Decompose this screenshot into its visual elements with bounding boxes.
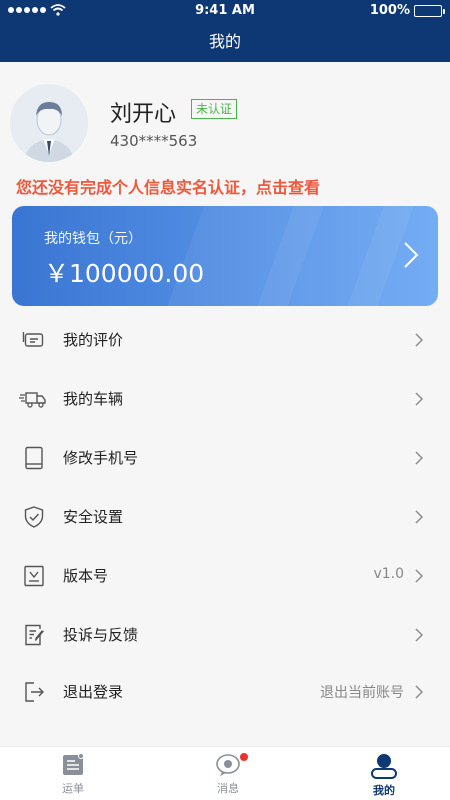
logout-hint: 退出当前账号: [320, 685, 404, 701]
menu-item-reviews[interactable]: 我的评价: [0, 312, 450, 371]
settings-menu: 我的评价 我的车辆 修改手机号 安全设置 版本号 v1.0 投诉与反馈 退出登录…: [0, 312, 450, 723]
chevron-right-icon: [415, 510, 423, 524]
download-icon: [24, 565, 44, 587]
bottom-tab-bar: 运单 消息 我的: [0, 746, 450, 800]
feedback-icon: [25, 624, 45, 646]
menu-item-label: 我的评价: [63, 331, 124, 349]
logout-icon: [25, 682, 44, 702]
battery-icon: [414, 4, 445, 17]
chevron-right-icon: [415, 392, 423, 406]
comment-icon: [22, 332, 44, 347]
menu-item-security[interactable]: 安全设置: [0, 489, 450, 548]
tab-label: 运单: [62, 782, 84, 795]
wallet-label: 我的钱包（元）: [44, 231, 142, 247]
shield-icon: [24, 506, 44, 528]
tab-label: 我的: [373, 784, 395, 797]
nav-bar: 我的: [0, 22, 450, 62]
menu-item-feedback[interactable]: 投诉与反馈: [0, 607, 450, 664]
menu-item-label: 投诉与反馈: [63, 626, 139, 644]
chevron-right-icon: [415, 628, 423, 642]
waybill-icon: [63, 753, 84, 775]
user-phone: 430****563: [110, 132, 198, 150]
menu-item-version[interactable]: 版本号 v1.0: [0, 548, 450, 607]
tab-waybill[interactable]: 运单: [43, 753, 103, 796]
verification-warning-link[interactable]: 您还没有完成个人信息实名认证，点击查看: [16, 174, 320, 198]
menu-item-change-phone[interactable]: 修改手机号: [0, 430, 450, 489]
profile-section[interactable]: 刘开心 未认证 430****563 您还没有完成个人信息实名认证，点击查看: [0, 62, 450, 212]
menu-item-label: 修改手机号: [63, 449, 139, 467]
user-name: 刘开心: [110, 102, 177, 127]
tab-messages[interactable]: 消息: [198, 753, 258, 796]
chevron-right-icon: [415, 685, 423, 699]
version-value: v1.0: [373, 566, 404, 582]
battery-area: 100%: [369, 3, 445, 18]
menu-item-logout[interactable]: 退出登录 退出当前账号: [0, 664, 450, 723]
user-icon: [371, 754, 397, 779]
chevron-right-icon: [415, 569, 423, 583]
user-avatar-icon: [10, 84, 88, 162]
message-icon: [216, 754, 240, 776]
battery-percent: 100%: [369, 3, 410, 18]
phone-icon: [25, 446, 43, 470]
wallet-card[interactable]: 我的钱包（元） ￥100000.00: [12, 206, 438, 306]
menu-item-vehicles[interactable]: 我的车辆: [0, 371, 450, 430]
wallet-amount: ￥100000.00: [44, 259, 205, 288]
verification-badge: 未认证: [191, 99, 238, 119]
truck-icon: [19, 392, 46, 408]
chevron-right-icon: [404, 242, 419, 268]
tab-mine[interactable]: 我的: [354, 753, 414, 798]
menu-item-label: 版本号: [63, 567, 109, 585]
chevron-right-icon: [415, 333, 423, 347]
menu-item-label: 我的车辆: [63, 390, 124, 408]
page-title: 我的: [208, 32, 241, 51]
avatar[interactable]: [10, 84, 88, 162]
menu-item-label: 退出登录: [63, 683, 124, 701]
chevron-right-icon: [415, 451, 423, 465]
status-bar: 9:41 AM 100%: [0, 0, 450, 22]
unread-dot: [240, 753, 248, 761]
tab-label: 消息: [217, 782, 239, 795]
menu-item-label: 安全设置: [63, 508, 124, 526]
